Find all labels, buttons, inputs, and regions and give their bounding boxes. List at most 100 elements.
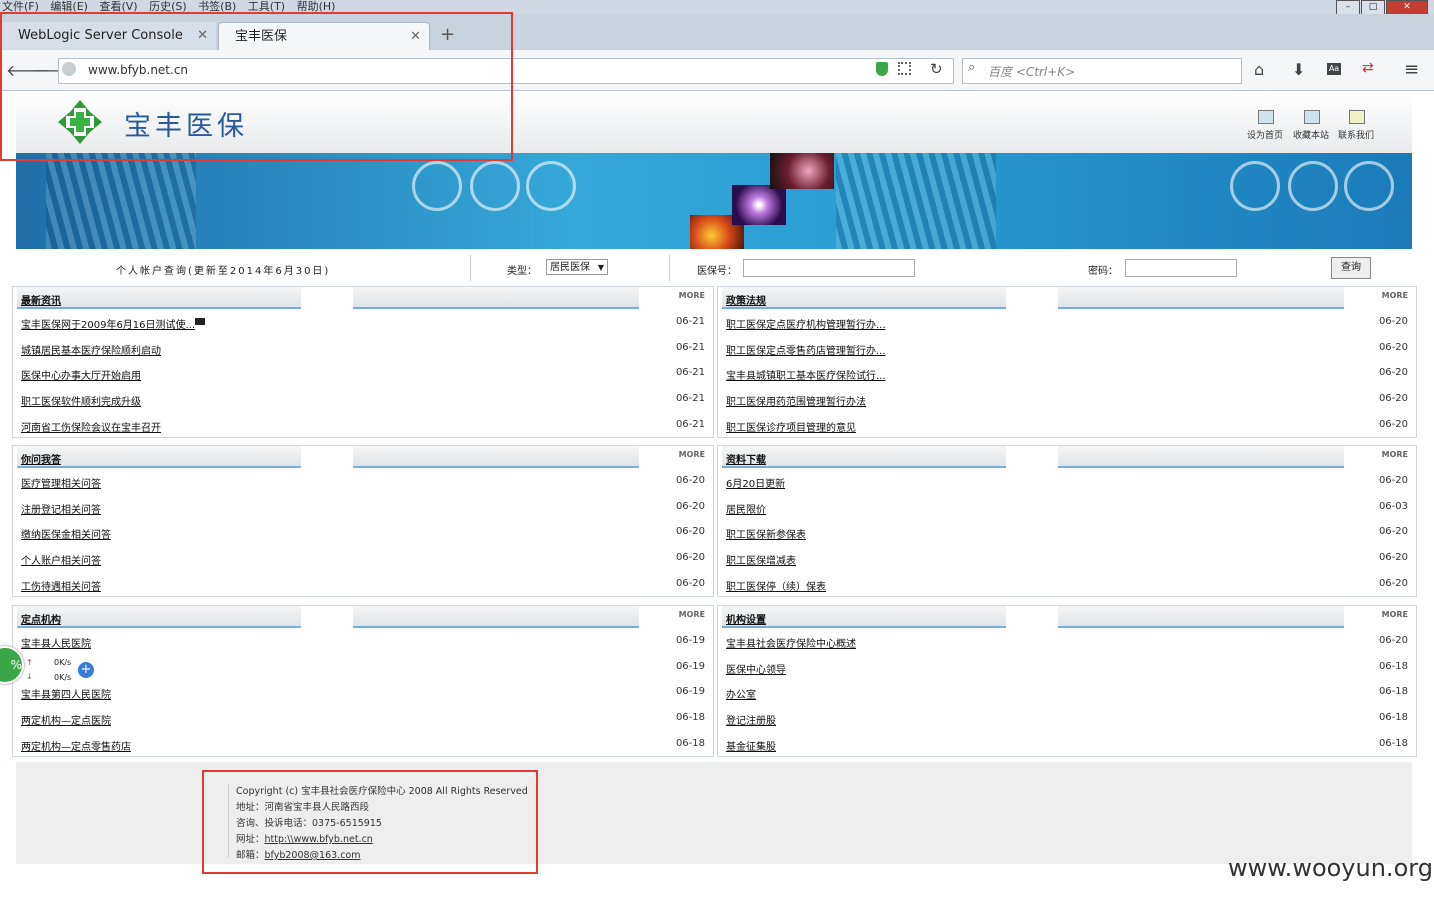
password-input[interactable]	[1125, 259, 1237, 277]
list-item[interactable]: 职工医保定点医疗机构管理暂行办...	[726, 316, 886, 331]
list-item[interactable]: 职工医保增减表	[726, 552, 796, 567]
list-item-date: 06-20	[675, 526, 705, 538]
touch-icon	[526, 161, 576, 211]
divider	[669, 255, 670, 281]
list-item-date: 06-21	[675, 418, 705, 430]
list-item-date: 06-20	[1378, 635, 1408, 646]
reload-icon[interactable]: ↻	[930, 60, 943, 78]
type-select[interactable]: 居民医保 ▼	[546, 259, 608, 275]
news-panel: 你问我答 MORE 医疗管理相关问答 06-20 注册登记相关问答 06-20 缴纳医保金相…	[12, 445, 714, 597]
home-icon[interactable]: ⌂	[1254, 60, 1264, 79]
list-item[interactable]: 宝丰县社会医疗保险中心概述	[726, 635, 856, 650]
bookmark-icon[interactable]	[1304, 110, 1320, 124]
close-window-icon[interactable]: ✕	[1386, 0, 1428, 15]
list-item[interactable]: 医保中心领导	[726, 661, 786, 676]
list-item-date: 06-18	[1378, 712, 1408, 724]
list-item[interactable]: 办公室	[726, 686, 756, 701]
list-item[interactable]: 河南省工伤保险会议在宝丰召开	[21, 419, 161, 434]
sync-icon[interactable]: ⇄	[1362, 60, 1374, 76]
contact-icon[interactable]	[1349, 110, 1365, 124]
list-item[interactable]: 宝丰医保网于2009年6月16日测试使...	[21, 316, 195, 331]
panel-header-bar	[353, 287, 639, 309]
panel-title[interactable]: 你问我答	[21, 451, 61, 466]
more-link[interactable]: MORE	[679, 610, 705, 619]
panel-title[interactable]: 机构设置	[726, 611, 766, 626]
more-link[interactable]: MORE	[1382, 610, 1408, 619]
reader-icon[interactable]: Aa	[1327, 63, 1341, 75]
list-item[interactable]: 医疗管理相关问答	[21, 475, 101, 490]
list-item[interactable]: 两定机构—定点医院	[21, 712, 111, 727]
list-item[interactable]: 居民限价	[726, 501, 766, 516]
list-item[interactable]: 职工医保软件顺利完成升级	[21, 393, 141, 408]
list-item-date: 06-20	[1378, 475, 1408, 486]
list-item[interactable]: 职工医保诊疗项目管理的意见	[726, 419, 856, 434]
set-homepage-link[interactable]: 设为首页	[1247, 128, 1283, 141]
list-item[interactable]: 职工医保停（续）保表	[726, 578, 826, 593]
list-item[interactable]: 宝丰县城镇职工基本医疗保险试行...	[726, 367, 886, 382]
list-item-date: 06-20	[675, 500, 705, 512]
more-link[interactable]: MORE	[679, 291, 705, 300]
list-item[interactable]: 城镇居民基本医疗保险顺利启动	[21, 342, 161, 357]
list-item-date: 06-20	[1378, 316, 1408, 327]
list-item[interactable]: 个人账户相关问答	[21, 552, 101, 567]
list-item-date: 06-20	[675, 552, 705, 564]
panel-title[interactable]: 政策法规	[726, 292, 766, 307]
bookmark-site-link[interactable]: 收藏本站	[1293, 128, 1329, 141]
list-item-date: 06-20	[1378, 526, 1408, 538]
medical-photo	[770, 153, 834, 189]
download-icon[interactable]: ⬇	[1292, 60, 1305, 79]
touch-icon	[412, 161, 462, 211]
list-item[interactable]: 登记注册股	[726, 712, 776, 727]
panel-title[interactable]: 资料下载	[726, 451, 766, 466]
query-button[interactable]: 查询	[1331, 257, 1371, 279]
type-select-value: 居民医保	[550, 262, 590, 273]
panel-header-bar	[1058, 287, 1344, 309]
list-item[interactable]: 职工医保新参保表	[726, 526, 806, 541]
list-item[interactable]: 缴纳医保金相关问答	[21, 526, 111, 541]
list-item-date: 06-19	[675, 686, 705, 698]
list-item[interactable]: 注册登记相关问答	[21, 501, 101, 516]
list-item[interactable]: 职工医保用药范围管理暂行办法	[726, 393, 866, 408]
window-controls: – □ ✕	[1335, 0, 1428, 15]
list-item[interactable]: 基金征集股	[726, 738, 776, 753]
touch-icon	[1288, 161, 1338, 211]
list-item-date: 06-20	[1378, 367, 1408, 379]
more-link[interactable]: MORE	[679, 450, 705, 459]
list-item[interactable]: 医保中心办事大厅开始启用	[21, 367, 141, 382]
list-item-date: 06-18	[675, 712, 705, 724]
qr-code-icon[interactable]	[898, 62, 911, 75]
list-item[interactable]: 两定机构—定点零售药店	[21, 738, 131, 753]
shield-icon[interactable]	[876, 62, 888, 76]
set-homepage-icon[interactable]	[1258, 110, 1274, 124]
minimize-icon[interactable]: –	[1336, 0, 1360, 15]
download-speed-icon: ↓	[26, 672, 33, 681]
panel-header-bar	[353, 446, 639, 468]
maximize-icon[interactable]: □	[1361, 0, 1385, 15]
list-item-date: 06-21	[675, 367, 705, 379]
contact-us-link[interactable]: 联系我们	[1338, 128, 1374, 141]
network-speed-widget: % ↑ ↓ 0K/s 0K/s +	[0, 646, 100, 690]
speed-percent-badge[interactable]: %	[0, 646, 24, 684]
panel-title[interactable]: 最新资讯	[21, 292, 61, 307]
list-item[interactable]: 职工医保定点零售药店管理暂行办...	[726, 342, 886, 357]
building-graphic	[836, 153, 996, 249]
expand-plus-icon[interactable]: +	[78, 662, 94, 678]
list-item[interactable]: 工伤待遇相关问答	[21, 578, 101, 593]
more-link[interactable]: MORE	[1382, 450, 1408, 459]
news-panel: 最新资讯 MORE 宝丰医保网于2009年6月16日测试使... 06-21 城镇居民基…	[12, 286, 714, 438]
new-badge-icon	[195, 318, 205, 325]
hamburger-menu-icon[interactable]: ≡	[1404, 59, 1419, 80]
password-label: 密码：	[1088, 266, 1118, 277]
panel-header-bar	[1058, 606, 1344, 628]
banner-image	[16, 153, 1412, 249]
medical-photo	[732, 185, 786, 225]
search-icon: ⌕	[968, 60, 976, 75]
building-graphic	[46, 153, 196, 249]
highlight-box-header	[0, 12, 513, 161]
panel-title[interactable]: 定点机构	[21, 611, 61, 626]
more-link[interactable]: MORE	[1382, 291, 1408, 300]
list-item[interactable]: 6月20日更新	[726, 475, 785, 490]
touch-icon	[1344, 161, 1394, 211]
insurance-id-input[interactable]	[743, 259, 915, 277]
query-title: 个人帐户查询(更新至2014年6月30日)	[116, 266, 331, 277]
